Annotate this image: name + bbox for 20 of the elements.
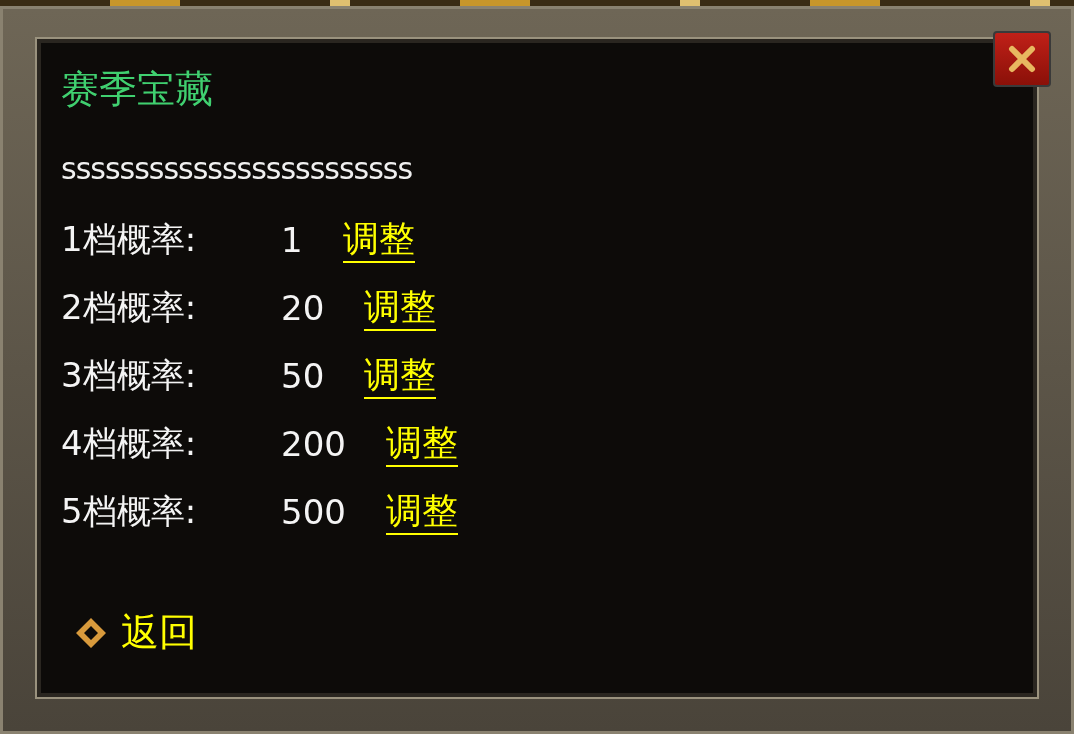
adjust-link[interactable]: 调整 [385, 489, 458, 535]
row-label: 1档概率: [61, 218, 198, 261]
row-label: 4档概率: [61, 422, 198, 465]
row-value: 500 [281, 492, 346, 532]
info-text: ssssssssssssssssssssssss [61, 150, 414, 188]
close-icon [1006, 43, 1038, 75]
row-value: 50 [281, 356, 325, 396]
adjust-link[interactable]: 调整 [385, 421, 458, 467]
row-value: 20 [281, 288, 325, 328]
adjust-link[interactable]: 调整 [342, 217, 415, 263]
row-value: 1 [281, 220, 303, 260]
row-label: 5档概率: [61, 490, 198, 533]
close-button[interactable] [993, 31, 1051, 87]
window-title: 赛季宝藏 [61, 66, 214, 113]
row-label: 2档概率: [61, 286, 198, 329]
back-link[interactable]: 返回 [121, 607, 197, 658]
adjust-link[interactable]: 调整 [364, 353, 437, 399]
adjust-link[interactable]: 调整 [364, 285, 437, 331]
row-label: 3档概率: [61, 354, 198, 397]
row-value: 200 [281, 424, 346, 464]
